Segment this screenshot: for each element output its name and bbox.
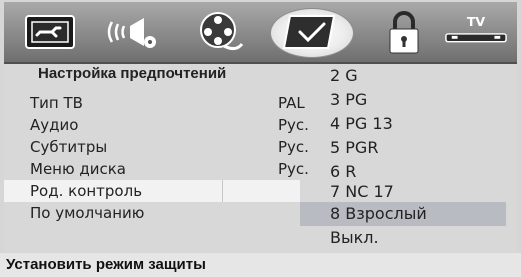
row-divider [222,180,223,202]
page-title: Настройка предпочтений [38,65,227,82]
rating-option-highlighted[interactable]: 8 Взрослый [300,202,506,226]
preferences-icon [282,15,336,49]
setting-row-tv-type[interactable]: Тип ТВ PAL [30,92,320,114]
tv-icon-label: TV [467,14,486,29]
preferences-menu: Настройка предпочтений Тип ТВ PAL Аудио … [4,64,517,252]
setting-label: По умолчанию [30,204,145,222]
rating-option[interactable]: Выкл. [300,226,506,250]
tab-general-setup[interactable] [18,6,82,58]
status-text: Установить режим защиты [6,256,206,273]
tab-tv[interactable]: TV [444,6,508,58]
rating-option[interactable]: 2 G [300,64,506,88]
rating-option[interactable]: 4 PG 13 [300,112,506,136]
rating-option[interactable]: 3 PG [300,88,506,112]
setting-label: Меню диска [30,160,126,178]
password-lock-icon [389,11,419,54]
general-setup-icon [25,15,75,49]
setting-row-disc-menu[interactable]: Меню диска Рус. [30,158,320,180]
status-bar: Установить режим защиты [0,253,521,277]
tv-icon: TV [445,14,507,43]
rating-option[interactable]: 5 PGR [300,136,506,160]
setting-row-defaults[interactable]: По умолчанию [30,202,320,224]
setting-row-parental-control[interactable]: Род. контроль [4,180,300,202]
tab-password[interactable] [372,6,436,58]
setting-label: Тип ТВ [30,94,83,112]
setting-label: Субтитры [30,138,108,156]
tab-preferences[interactable] [270,6,354,58]
setting-row-audio[interactable]: Аудио Рус. [30,114,320,136]
tab-audio-setup[interactable] [102,6,166,58]
setting-label: Аудио [30,116,79,134]
setting-row-subtitles[interactable]: Субтитры Рус. [30,136,320,158]
setting-label: Род. контроль [30,182,143,200]
tab-video-setup[interactable] [188,6,252,58]
rating-option[interactable]: 7 NC 17 [300,180,506,204]
dvd-setup-screen: TV Настройка предпочтений Тип ТВ PAL Ауд… [0,0,521,277]
video-setup-icon [200,12,244,51]
audio-setup-icon [107,18,156,48]
setup-category-bar: TV [4,2,517,64]
